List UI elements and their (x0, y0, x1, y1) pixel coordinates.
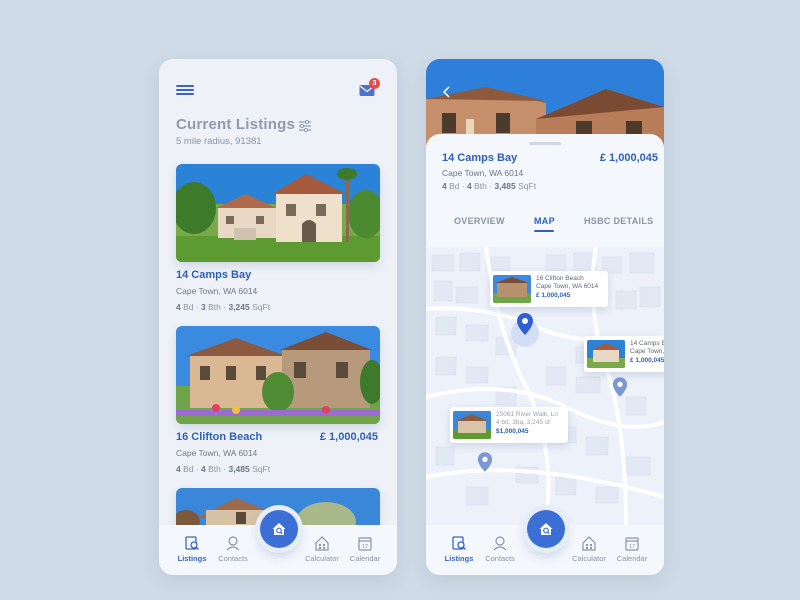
listing-address: Cape Town, WA 6014 (176, 448, 258, 458)
detail-sheet: 14 Camps Bay £ 1,000,045 Cape Town, WA 6… (426, 134, 664, 575)
map-card-price: £ 1,000,045 (536, 292, 571, 299)
nav-contacts[interactable]: Contacts (211, 535, 255, 563)
map-card-thumb (453, 411, 491, 439)
map-listing-card[interactable]: 25061 River Walk, Ln 4 bd, 3ba, 3,245 sf… (450, 407, 568, 443)
map-card-title: 25061 River Walk, Ln (496, 411, 558, 418)
map-listing-card[interactable]: 16 Clifton Beach Cape Town, WA 6014 £ 1,… (490, 271, 608, 307)
map-card-address: Cape Town, WA 6014 (536, 283, 599, 290)
detail-specs: 4 Bd · 4 Bth · 3,485 SqFt (442, 181, 537, 191)
nav-label: Calendar (616, 554, 648, 563)
notification-badge: 3 (369, 78, 380, 89)
map-card-address: 4 bd, 3ba, 3,245 sf (496, 419, 550, 426)
map-card-thumb (493, 275, 531, 303)
nav-calculator[interactable]: Calculator (567, 535, 611, 563)
detail-price: £ 1,000,045 (599, 152, 658, 164)
nav-label: Listings (444, 554, 474, 563)
calendar-icon: 17 (625, 537, 639, 551)
nav-calendar[interactable]: 17 Calendar (610, 535, 654, 563)
home-search-icon (272, 523, 286, 535)
calculator-icon (582, 536, 596, 551)
map-card-title: 14 Camps Bay (630, 340, 664, 347)
map-card-price: £ 1,000,045 (630, 357, 664, 364)
svg-text:17: 17 (629, 544, 635, 550)
listing-photo[interactable] (176, 326, 380, 424)
listing-price: £ 1,000,045 (319, 431, 378, 443)
nav-calculator[interactable]: Calculator (300, 535, 344, 563)
tab-map[interactable]: MAP (534, 216, 555, 226)
contacts-icon (493, 536, 507, 551)
nav-label: Contacts (485, 554, 515, 563)
menu-icon[interactable] (176, 85, 194, 95)
active-tab-indicator (534, 230, 554, 232)
listing-card[interactable]: 14 Camps Bay Cape Town, WA 6014 4 Bd · 3… (176, 164, 380, 314)
tab-hsbc-details[interactable]: HSBC DETAILS (584, 216, 653, 226)
map-view[interactable]: 16 Clifton Beach Cape Town, WA 6014 £ 1,… (426, 247, 664, 525)
map-pin-icon[interactable] (477, 452, 493, 472)
tab-overview[interactable]: OVERVIEW (454, 216, 505, 226)
map-pin-icon[interactable] (516, 313, 534, 335)
map-card-address: Cape Town, WA 6014 (630, 348, 664, 355)
calculator-icon (315, 536, 329, 551)
listings-icon (452, 536, 466, 550)
listing-photo[interactable] (176, 164, 380, 262)
map-listing-card[interactable]: 14 Camps Bay Cape Town, WA 6014 £ 1,000,… (584, 336, 664, 372)
nav-label: Listings (177, 554, 207, 563)
map-pin-icon[interactable] (612, 377, 628, 397)
listing-detail-screen: 14 Camps Bay £ 1,000,045 Cape Town, WA 6… (426, 59, 664, 575)
listings-screen: 3 Current Listings 5 mile radius, 91381 (159, 59, 397, 575)
listing-card[interactable]: 16 Clifton Beach £ 1,000,045 Cape Town, … (176, 326, 380, 476)
listings-icon (185, 536, 199, 550)
nav-label: Calendar (349, 554, 381, 563)
filter-icon[interactable] (298, 119, 312, 133)
page-subtitle: 5 mile radius, 91381 (176, 136, 262, 147)
svg-text:17: 17 (362, 544, 368, 550)
nav-calendar[interactable]: 17 Calendar (343, 535, 387, 563)
mail-button[interactable]: 3 (359, 78, 380, 97)
back-icon[interactable] (442, 85, 452, 98)
map-card-title: 16 Clifton Beach (536, 275, 584, 282)
nav-contacts[interactable]: Contacts (478, 535, 522, 563)
page-title: Current Listings (176, 116, 296, 133)
nav-label: Calculator (572, 554, 606, 563)
nav-label: Contacts (218, 554, 248, 563)
map-card-thumb (587, 340, 625, 368)
contacts-icon (226, 536, 240, 551)
home-search-button[interactable] (260, 510, 298, 548)
listing-specs: 4 Bd · 4 Bth · 3,485 SqFt (176, 464, 271, 474)
listing-title[interactable]: 16 Clifton Beach (176, 431, 262, 443)
detail-title: 14 Camps Bay (442, 152, 518, 164)
home-search-icon (539, 523, 553, 535)
listing-address: Cape Town, WA 6014 (176, 286, 258, 296)
listing-specs: 4 Bd · 3 Bth · 3,245 SqFt (176, 302, 271, 312)
nav-listings[interactable]: Listings (170, 535, 214, 563)
home-search-button[interactable] (527, 510, 565, 548)
nav-listings[interactable]: Listings (437, 535, 481, 563)
map-card-price: $1,000,045 (496, 428, 529, 435)
listing-title[interactable]: 14 Camps Bay (176, 269, 251, 281)
calendar-icon: 17 (358, 537, 372, 551)
sheet-handle[interactable] (529, 142, 561, 145)
detail-address: Cape Town, WA 6014 (442, 168, 524, 178)
nav-label: Calculator (305, 554, 339, 563)
